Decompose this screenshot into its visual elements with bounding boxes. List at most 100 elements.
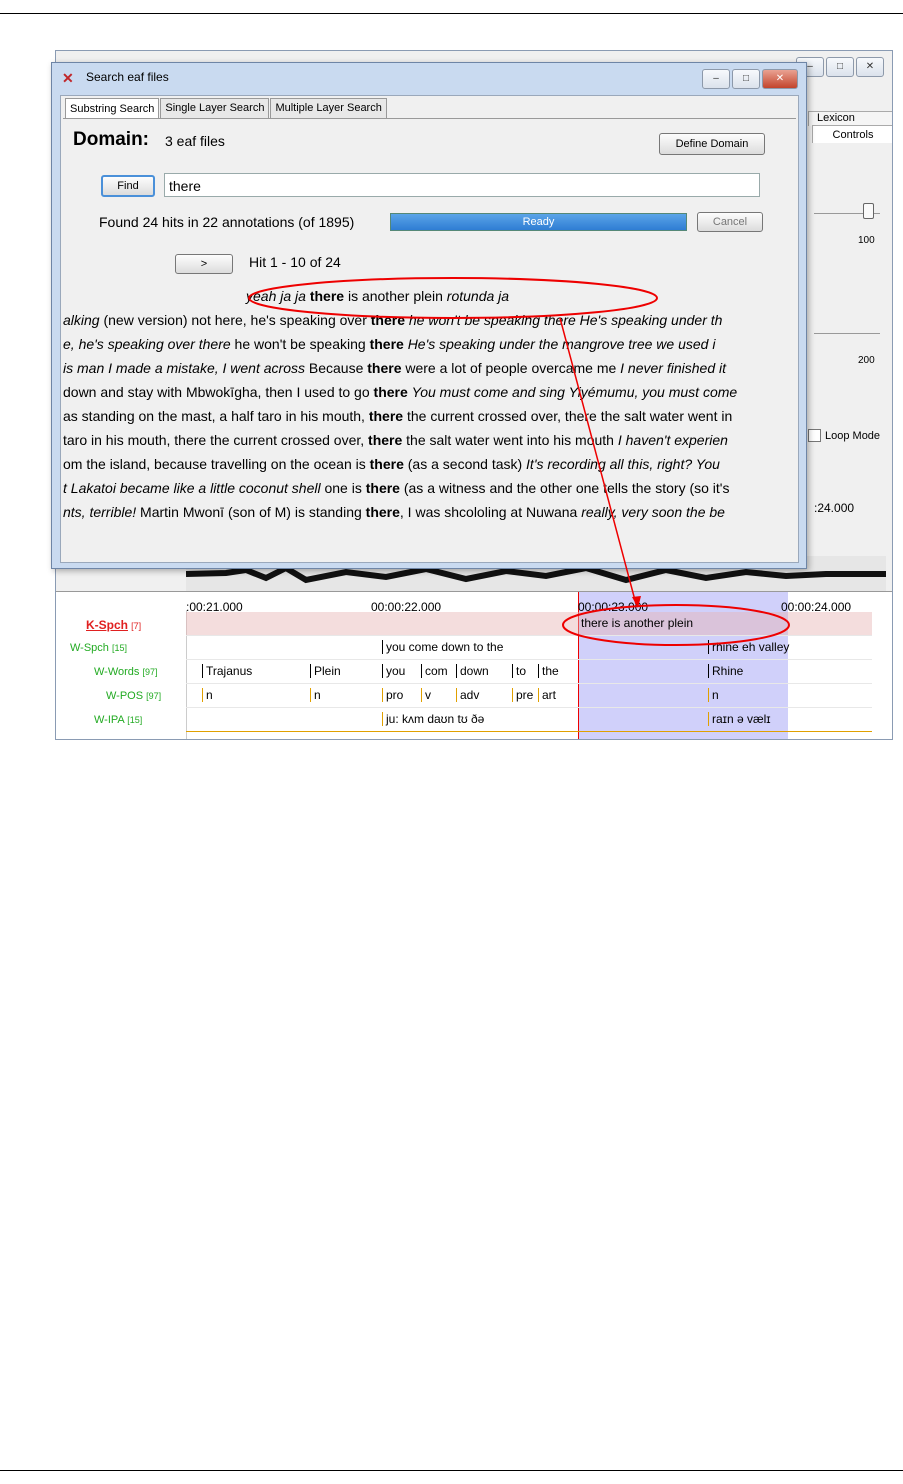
result-row[interactable]: alking (new version) not here, he's spea… (63, 309, 796, 333)
hit-keyword: there (369, 456, 404, 472)
define-domain-button[interactable]: Define Domain (659, 133, 765, 155)
cancel-button[interactable]: Cancel (697, 212, 763, 232)
tier-row-w-words[interactable]: Trajanus Plein you com down to the Rhine (186, 660, 872, 684)
annotation[interactable]: art (538, 688, 556, 702)
tier-row-w-pos[interactable]: n n pro v adv pre art n (186, 684, 872, 708)
annotation[interactable]: pro (382, 688, 403, 702)
tier-name: W-Words (94, 666, 140, 678)
rate-value: 100 (858, 235, 875, 246)
tier-name: W-Spch (70, 642, 109, 654)
dialog-maximize-button[interactable]: □ (732, 69, 760, 89)
annotation[interactable]: n (202, 688, 213, 702)
annotation[interactable]: down (456, 664, 489, 678)
dialog-titlebar[interactable]: ✕ Search eaf files – □ ✕ (52, 63, 806, 91)
tier-count: [15] (111, 643, 127, 653)
result-segment: I never finished it (620, 360, 726, 376)
annotation[interactable]: Trajanus (202, 664, 252, 678)
annotation[interactable]: Plein (310, 664, 341, 678)
annotation[interactable]: to (512, 664, 526, 678)
annotation[interactable]: adv (456, 688, 479, 702)
timeline-viewer[interactable]: :00:21.000 00:00:22.000 00:00:23.000 00:… (56, 591, 892, 739)
hit-keyword: there (370, 312, 405, 328)
substring-search-panel: Domain: 3 eaf files Define Domain Find t… (63, 118, 796, 559)
result-segment: yeah ja ja (246, 288, 306, 304)
tier-row-w-spch[interactable]: you come down to the rhine eh valley (186, 636, 872, 660)
result-row[interactable]: e, he's speaking over there he won't be … (63, 333, 796, 357)
tier-row-k-spch[interactable]: there is another plein (186, 612, 872, 636)
result-text: om the island, because travelling on the… (63, 456, 720, 472)
tab-multiple-layer-search[interactable]: Multiple Layer Search (270, 98, 387, 118)
tier-count: [97] (146, 691, 162, 701)
dialog-title: Search eaf files (86, 70, 169, 84)
annotation[interactable]: ju: kʌm daʊn tʊ ðə (382, 712, 484, 726)
result-text: down and stay with Mbwokīgha, then I use… (63, 384, 737, 400)
tab-substring-search[interactable]: Substring Search (65, 98, 160, 118)
annotation[interactable]: v (421, 688, 431, 702)
annotation[interactable]: you come down to the (382, 640, 503, 654)
tier-w-spch[interactable]: W-Spch [15] (70, 642, 200, 665)
result-row[interactable]: down and stay with Mbwokīgha, then I use… (63, 381, 796, 405)
maximize-button[interactable]: □ (826, 57, 854, 77)
next-page-button[interactable]: > (175, 254, 233, 274)
result-segment: is man I made a mistake, I went across (63, 360, 305, 376)
volume-value: 200 (858, 355, 875, 366)
annotation[interactable]: Rhine (708, 664, 743, 678)
rate-slider-thumb[interactable] (863, 203, 874, 219)
result-segment: (new version) not here, he's speaking ov… (99, 312, 371, 328)
result-text: yeah ja ja there is another plein rotund… (246, 288, 509, 304)
result-segment: You must come and sing Yiyémumu, you mus… (411, 384, 738, 400)
annotation[interactable]: you (382, 664, 405, 678)
annotation[interactable]: n (708, 688, 719, 702)
hit-keyword: there (368, 408, 404, 424)
result-text: t Lakatoi became like a little coconut s… (63, 480, 729, 496)
dialog-window-controls: – □ ✕ (702, 69, 798, 89)
annotation[interactable]: pre (512, 688, 533, 702)
result-segment: t Lakatoi became like a little coconut s… (63, 480, 321, 496)
annotation[interactable]: com (421, 664, 448, 678)
loop-mode-checkbox[interactable] (808, 429, 821, 442)
result-segment: Martin Mwonī (son of M) is standing (136, 504, 366, 520)
progress-bar: Ready (390, 213, 687, 231)
result-segment: one is (320, 480, 366, 496)
annotation[interactable]: raɪn ə vælɪ (708, 712, 771, 726)
find-button[interactable]: Find (101, 175, 155, 197)
tier-row-w-ipa[interactable]: ju: kʌm daʊn tʊ ðə raɪn ə vælɪ (186, 708, 872, 732)
tab-controls[interactable]: Controls (812, 125, 892, 145)
result-row[interactable]: yeah ja ja there is another plein rotund… (63, 285, 796, 309)
dialog-close-button[interactable]: ✕ (762, 69, 798, 89)
result-segment: (as a second task) (403, 456, 527, 472)
annotation[interactable]: n (310, 688, 321, 702)
result-segment: really, very soon the be (581, 504, 725, 520)
result-row[interactable]: nts, terrible! Martin Mwonī (son of M) i… (63, 501, 796, 525)
result-row[interactable]: om the island, because travelling on the… (63, 453, 796, 477)
search-input[interactable]: there (164, 173, 760, 197)
result-segment: as standing on the mast, a half taro in … (63, 408, 369, 424)
tab-lexicon[interactable]: Lexicon (808, 111, 892, 126)
elan-window-controls: – □ ✕ (796, 57, 884, 77)
hit-keyword: there (368, 432, 403, 448)
hit-keyword: there (373, 384, 408, 400)
result-segment: the current crossed over, there the salt… (403, 408, 733, 424)
close-button[interactable]: ✕ (856, 57, 884, 77)
result-segment: rotunda ja (446, 288, 510, 304)
loop-mode[interactable]: Loop Mode (808, 429, 880, 442)
annotation[interactable]: there is another plein (578, 616, 693, 630)
result-segment: , I was shcololing at Nuwana (399, 504, 582, 520)
tier-count: [97] (142, 667, 158, 677)
tab-single-layer-search[interactable]: Single Layer Search (160, 98, 270, 118)
result-segment: were a lot of people overcame me (401, 360, 621, 376)
result-text: taro in his mouth, there the current cro… (63, 432, 728, 448)
volume-slider[interactable] (814, 333, 880, 334)
result-row[interactable]: is man I made a mistake, I went across B… (63, 357, 796, 381)
annotation[interactable]: rhine eh valley (708, 640, 789, 654)
tier-name-panel: K-Spch [7] W-Spch [15] W-Words [97] W-PO… (56, 610, 187, 739)
dialog-minimize-button[interactable]: – (702, 69, 730, 89)
result-row[interactable]: as standing on the mast, a half taro in … (63, 405, 796, 429)
hit-keyword: there (309, 288, 345, 304)
annotation[interactable]: the (538, 664, 559, 678)
result-row[interactable]: taro in his mouth, there the current cro… (63, 429, 796, 453)
result-row[interactable]: t Lakatoi became like a little coconut s… (63, 477, 796, 501)
controls-panel: 100 200 (808, 143, 892, 433)
result-segment: He's speaking under the mangrove tree we… (407, 336, 716, 352)
domain-value: 3 eaf files (165, 133, 225, 149)
